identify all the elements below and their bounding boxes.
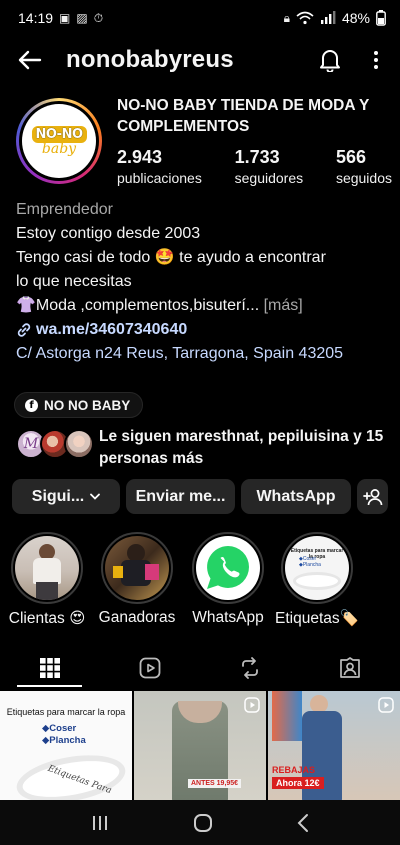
bio-line: Estoy contigo desde 2003 [16, 225, 201, 242]
notification-app-icon: ▣ [59, 11, 71, 25]
add-user-button[interactable] [357, 479, 388, 514]
status-time: 14:19 [18, 10, 54, 26]
home-icon[interactable] [193, 813, 213, 833]
avatar [64, 429, 94, 459]
link-icon [16, 322, 32, 338]
bio-link-text: wa.me/34607340640 [36, 321, 188, 338]
more-vertical-icon[interactable] [366, 45, 386, 75]
highlight-label: Clientas 😍 [8, 610, 86, 627]
gallery-icon: ▨ [76, 11, 88, 25]
username-title: nonobabyreus [66, 46, 234, 73]
highlight-cover [105, 536, 169, 600]
profile-avatar-ring[interactable]: NO-NO baby [16, 98, 102, 184]
highlight-label: Etiquetas🏷️ [275, 610, 359, 627]
highlight-clientas[interactable]: Clientas 😍 [2, 532, 92, 628]
blouse-emoji: 👚 [16, 297, 36, 314]
reels-icon [139, 657, 161, 679]
post-text: ◆Coser [42, 723, 77, 734]
bell-icon[interactable] [315, 45, 345, 75]
arrow-left-icon[interactable] [16, 46, 44, 74]
back-nav-icon[interactable] [296, 813, 310, 833]
bio-line: 👚Moda ,complementos,bisuterí... [más] [16, 297, 303, 314]
sale-label: REBAJAS [272, 765, 316, 775]
battery-level: 48% [341, 10, 370, 26]
highlight-cover: Etiquetas para marcar la ropa ◆Coser ◆Pl… [285, 536, 349, 600]
price-tag: ANTES 19,95€ [188, 779, 242, 788]
highlight-ganadoras[interactable]: Ganadoras [92, 532, 182, 627]
lock-icon: 🔒︎ [283, 10, 290, 25]
stat-followers-label: seguidores [234, 170, 304, 186]
signal-icon [320, 11, 336, 24]
bio-line: lo que necesitas [16, 273, 132, 290]
whatsapp-icon [196, 536, 260, 600]
etiquetas-cover-item: ◆Plancha [299, 562, 321, 568]
stat-followers-value: 1.733 [234, 147, 280, 167]
post-thumbnail[interactable]: ANTES 19,95€ [134, 691, 266, 801]
profile-display-name: NO-NO BABY TIENDA DE MODA Y COMPLEMENTOS [117, 97, 370, 135]
post-thumbnail[interactable]: Etiquetas para marcar la ropa ◆Coser ◆Pl… [0, 691, 132, 801]
stat-posts-label: publicaciones [117, 170, 202, 186]
facebook-page-chip[interactable]: f NO NO BABY [14, 392, 144, 418]
wifi-icon [296, 11, 314, 25]
address-link[interactable]: C/ Astorga n24 Reus, Tarragona, Spain 43… [16, 342, 388, 366]
message-button[interactable]: Enviar me... [126, 479, 235, 514]
highlight-label: Ganadoras [98, 609, 176, 626]
facebook-page-name: NO NO BABY [44, 397, 131, 413]
post-text: ◆Plancha [42, 735, 86, 746]
reel-badge-icon [378, 697, 394, 713]
stat-following-value: 566 [335, 147, 366, 167]
post-thumbnail[interactable]: REBAJAS Ahora 12€ [268, 691, 400, 801]
story-highlights: Clientas 😍 Ganadoras WhatsApp Etiquetas … [0, 532, 400, 632]
whatsapp-button[interactable]: WhatsApp [241, 479, 351, 514]
post-text: Etiquetas para marcar la ropa [6, 707, 126, 717]
stat-posts-value: 2.943 [117, 147, 163, 167]
following-button-label: Sigui... [31, 487, 85, 505]
bio-line: Tengo casi de todo 🤩 te ayudo a encontra… [16, 249, 326, 266]
active-tab-indicator [17, 685, 82, 687]
recent-apps-icon[interactable] [90, 814, 110, 832]
facebook-icon: f [25, 398, 38, 412]
tab-reposts[interactable] [200, 646, 300, 690]
following-button[interactable]: Sigui... [12, 479, 120, 514]
profile-stats: 2.943 publicaciones 1.733 seguidores 566… [117, 146, 392, 188]
posts-grid: Etiquetas para marcar la ropa ◆Coser ◆Pl… [0, 691, 400, 801]
sale-price: Ahora 12€ [272, 777, 324, 789]
highlight-label: WhatsApp [192, 609, 264, 626]
tab-reels[interactable] [100, 646, 200, 690]
add-user-icon [362, 488, 382, 505]
profile-actions: Sigui... Enviar me... WhatsApp [12, 479, 388, 514]
status-bar: 14:19 ▣ ▨ ⏱ 🔒︎ 48% [0, 0, 400, 36]
stat-following[interactable]: 566 seguidos [336, 146, 392, 188]
highlight-whatsapp[interactable]: WhatsApp [183, 532, 273, 627]
repost-icon [242, 657, 258, 679]
profile-tabs [0, 646, 400, 690]
more-link[interactable]: [más] [264, 297, 303, 314]
stat-followers[interactable]: 1.733 seguidores [235, 146, 304, 188]
etiquetas-cover-title: Etiquetas para marcar la ropa [290, 548, 344, 560]
chevron-down-icon [90, 493, 101, 500]
logo-text-bottom: baby [41, 140, 77, 157]
tab-posts-grid[interactable] [0, 646, 100, 690]
tagged-user-icon [340, 657, 360, 678]
bio-link[interactable]: wa.me/34607340640 [16, 318, 388, 342]
star-struck-emoji: 🤩 [154, 249, 175, 266]
avatar: NO-NO baby [22, 104, 96, 178]
tab-tagged[interactable] [300, 646, 400, 690]
followed-by-text: Le siguen maresthnat, pepiluisina y 15 p… [99, 428, 384, 467]
followed-by-row[interactable]: M Le siguen maresthnat, pepiluisina y 15… [16, 426, 391, 470]
stat-following-label: seguidos [335, 170, 392, 186]
profile-bio: Emprendedor Estoy contigo desde 2003 Ten… [16, 198, 388, 366]
battery-icon [376, 10, 386, 26]
timer-icon: ⏱ [93, 10, 104, 25]
stat-posts[interactable]: 2.943 publicaciones [117, 146, 202, 188]
profile-header: nonobabyreus [0, 38, 400, 82]
mutual-avatars: M [16, 429, 94, 461]
highlight-cover [15, 536, 79, 600]
highlight-etiquetas[interactable]: Etiquetas para marcar la ropa ◆Coser ◆Pl… [272, 532, 362, 628]
grid-icon [40, 658, 60, 678]
profile-category: Emprendedor [16, 201, 113, 218]
reel-badge-icon [244, 697, 260, 713]
system-nav-bar [0, 800, 400, 845]
